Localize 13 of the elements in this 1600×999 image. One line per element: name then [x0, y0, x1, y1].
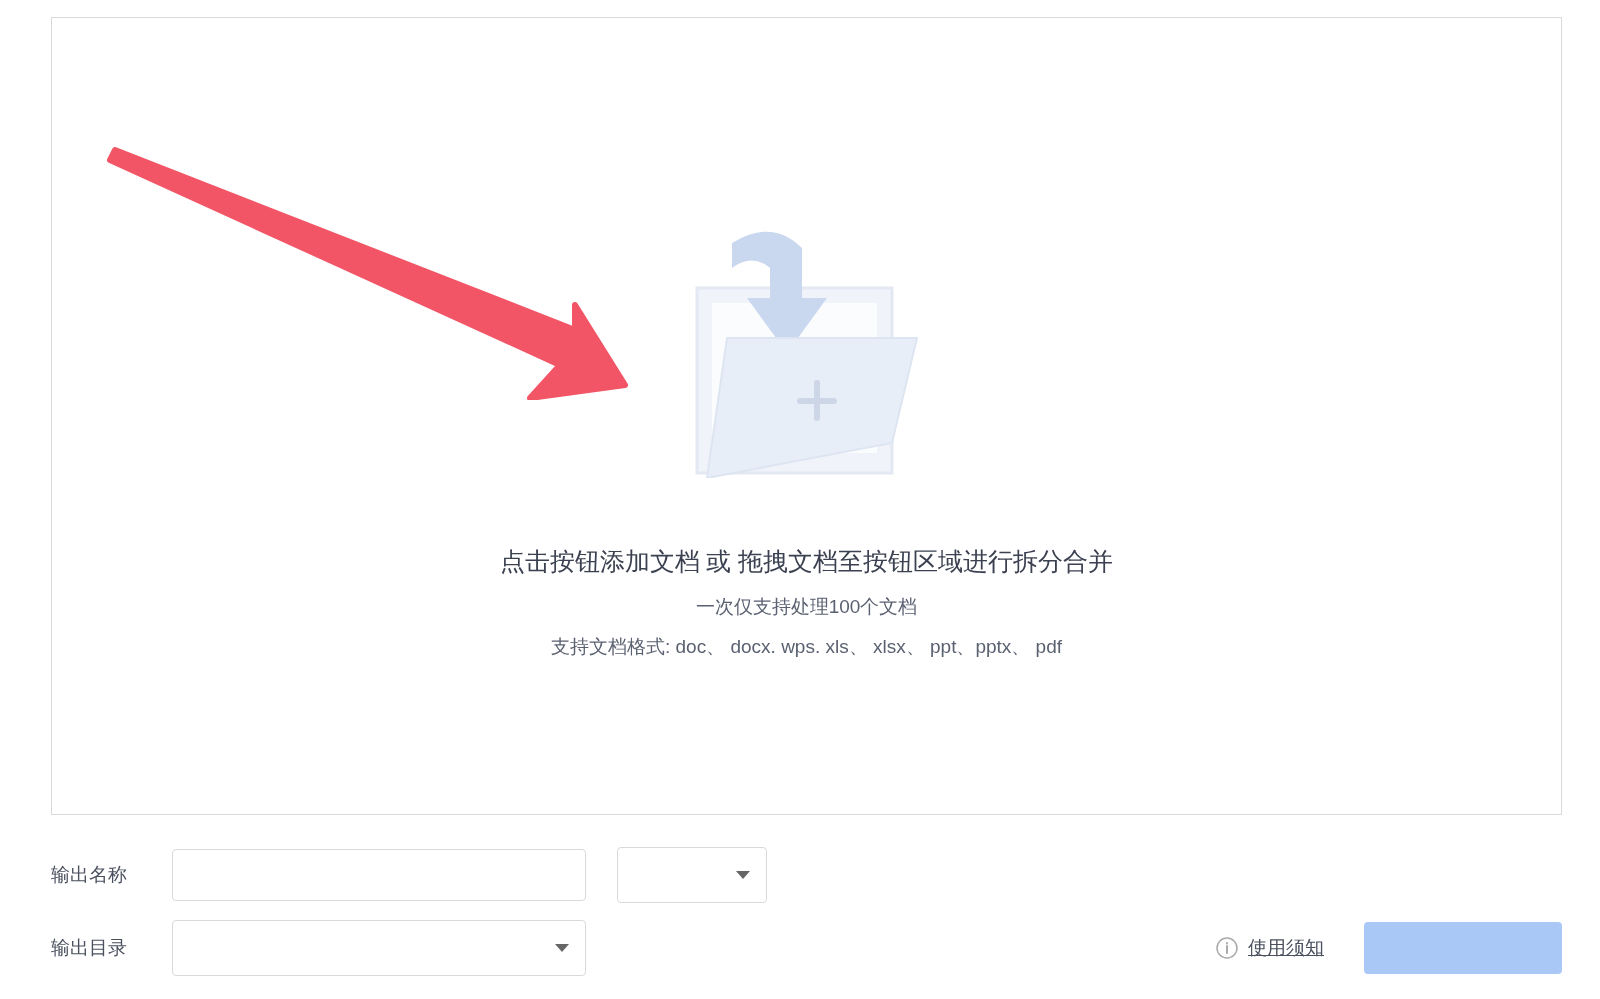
field-label: 输出目录 — [51, 935, 128, 960]
usage-notice-link[interactable]: 使用须知 — [1248, 933, 1324, 963]
info-icon — [1216, 937, 1238, 959]
caret-icon — [736, 871, 750, 879]
caret-icon — [555, 944, 569, 952]
action-button[interactable] — [1364, 922, 1562, 974]
format-dropdown[interactable] — [617, 847, 767, 903]
field-label: 输出名称 — [51, 862, 128, 887]
upload-instruction: 点击按钮添加文档 或 拖拽文档至按钮区域进行拆分合并 — [499, 546, 1114, 577]
limit-note: 一次仅支持处理100个文档 — [695, 594, 918, 619]
supported-formats: 支持文档格式: doc、 docx. wps. xls、 xlsx、 ppt、pptx、 pdf — [551, 635, 1062, 659]
output-name-field[interactable] — [172, 849, 586, 901]
output-directory-dropdown[interactable] — [172, 920, 586, 976]
